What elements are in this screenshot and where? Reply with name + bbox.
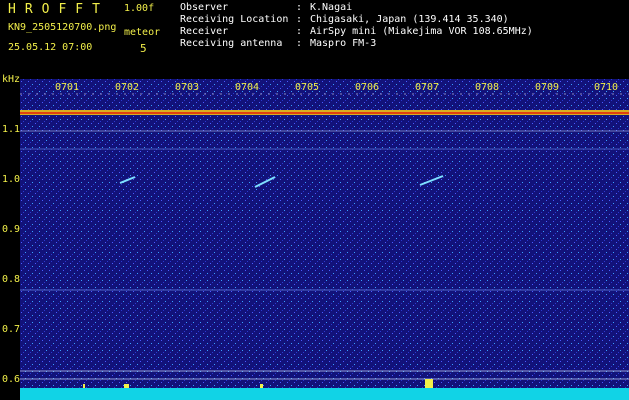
app-version: 1.00f: [124, 3, 155, 14]
y-tick-label: 1.1: [2, 124, 21, 135]
timestamp: 25.05.12 07:00: [8, 42, 93, 53]
x-tick-label: 0707: [415, 82, 440, 93]
noise-floor-band: [20, 388, 629, 400]
y-axis-unit: kHz: [2, 74, 21, 85]
observation-info: Observer: K.Nagai Receiving Location: Chig…: [180, 2, 533, 50]
x-tick-label: 0701: [55, 82, 80, 93]
carrier-line: [20, 112, 629, 114]
app-brand: HROFFT: [8, 2, 109, 17]
y-tick-label: 0.7: [2, 324, 21, 335]
info-row-location: Receiving Location: Chigasaki, Japan (139…: [180, 14, 509, 25]
spectrogram-plot: [20, 79, 629, 400]
x-tick-label: 0708: [475, 82, 500, 93]
mode-label: meteor: [124, 27, 161, 38]
x-tick-label: 0710: [594, 82, 619, 93]
x-tick-label: 0703: [175, 82, 200, 93]
y-tick-label: 0.8: [2, 274, 21, 285]
y-tick-label: 0.9: [2, 224, 21, 235]
info-row-antenna: Receiving antenna: Maspro FM-3: [180, 38, 377, 49]
y-tick-label: 0.6: [2, 374, 21, 385]
y-tick-label: 1.0: [2, 174, 21, 185]
x-tick-label: 0705: [295, 82, 320, 93]
noise-texture: [20, 79, 629, 400]
x-tick-label: 0709: [535, 82, 560, 93]
x-tick-label: 0706: [355, 82, 380, 93]
x-tick-label: 0704: [235, 82, 260, 93]
header-panel: HROFFT 1.00f KN9_2505120700.png meteor 5…: [0, 0, 629, 75]
info-row-observer: Observer: K.Nagai: [180, 2, 353, 13]
info-row-receiver: Receiver: AirSpy mini (Miakejima VOR 108.…: [180, 26, 533, 37]
spectrogram-svg: [20, 79, 629, 400]
file-name: KN9_2505120700.png: [8, 22, 117, 33]
meteor-count: 5: [140, 42, 147, 55]
x-tick-label: 0702: [115, 82, 140, 93]
